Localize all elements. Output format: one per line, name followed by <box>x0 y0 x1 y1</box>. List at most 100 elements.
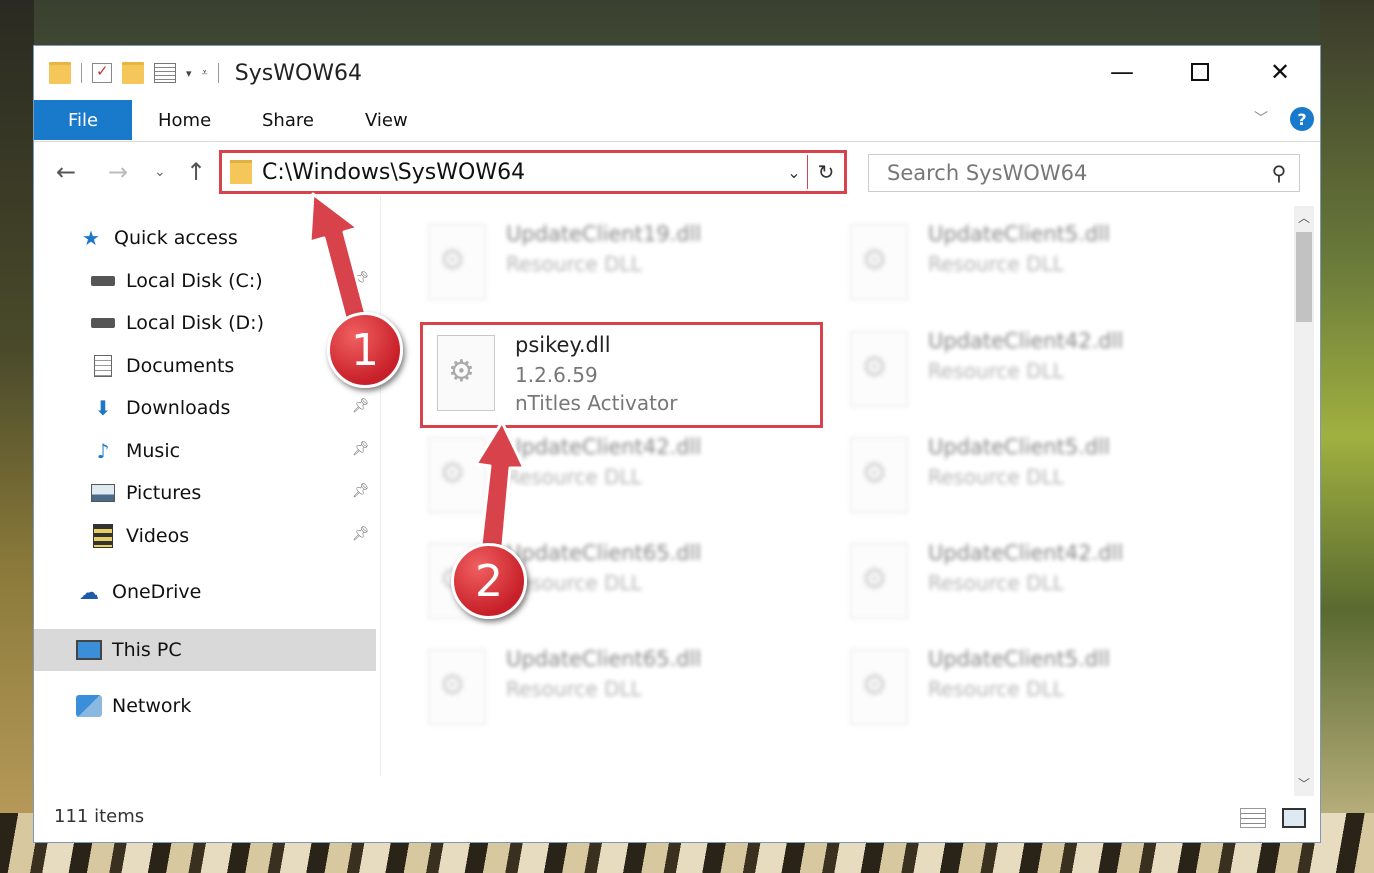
sidebar-item-videos[interactable]: Videos <box>90 518 189 554</box>
search-input[interactable] <box>885 160 1259 186</box>
ribbon-tabs: File Home Share View ﹀ ? <box>34 100 1320 140</box>
recent-locations-chevron-icon[interactable]: ⌄ <box>154 164 166 180</box>
maximize-icon <box>1191 63 1209 81</box>
dll-file-icon <box>850 331 908 407</box>
search-box[interactable]: ⚲ <box>868 154 1300 192</box>
sidebar-item-label: Pictures <box>126 482 202 504</box>
quick-access-toolbar: ▾ ⩡ SysWOW64 <box>49 58 362 88</box>
sidebar-item-local-disk-d[interactable]: Local Disk (D:) <box>90 305 264 341</box>
back-arrow-icon[interactable]: ← <box>56 158 76 186</box>
sidebar-item-label: Music <box>126 440 181 462</box>
file-type: Resource DLL <box>506 465 642 489</box>
sidebar-item-label: Local Disk (D:) <box>126 312 264 334</box>
qat-dropdown-icon[interactable]: ▾ <box>186 67 192 80</box>
file-name: UpdateClient42.dll <box>506 435 702 459</box>
address-path[interactable]: C:\Windows\SysWOW64 <box>262 160 781 185</box>
file-type: Resource DLL <box>928 571 1064 595</box>
file-item[interactable]: UpdateClient42.dll Resource DLL <box>836 533 1236 627</box>
sidebar-item-label: Local Disk (C:) <box>126 270 263 292</box>
file-name: UpdateClient5.dll <box>928 435 1110 459</box>
address-bar[interactable]: C:\Windows\SysWOW64 ⌄ ↻ <box>219 150 847 194</box>
sidebar-item-label: Network <box>112 695 192 717</box>
file-item[interactable]: UpdateClient42.dll Resource DLL <box>836 321 1236 415</box>
file-name: UpdateClient65.dll <box>506 647 702 671</box>
sidebar-item-documents[interactable]: Documents <box>90 348 234 384</box>
dll-file-icon <box>428 649 486 725</box>
dll-file-icon <box>850 649 908 725</box>
cloud-icon: ☁ <box>79 580 99 604</box>
file-name: psikey.dll <box>515 333 611 357</box>
sidebar-item-label: Downloads <box>126 397 231 419</box>
desktop-background-left <box>0 0 34 873</box>
customize-qat-icon[interactable]: ⩡ <box>202 66 208 80</box>
sidebar-item-local-disk-c[interactable]: Local Disk (C:) <box>90 263 263 299</box>
new-folder-icon[interactable] <box>122 62 144 84</box>
step-2-callout: 2 <box>451 543 527 619</box>
sidebar-item-this-pc[interactable]: This PC <box>76 632 182 668</box>
close-button[interactable]: ✕ <box>1252 52 1308 92</box>
pin-icon[interactable]: 📌︎ <box>352 483 370 499</box>
file-name: UpdateClient65.dll <box>506 541 702 565</box>
file-item-psikey[interactable]: psikey.dll 1.2.6.59 nTitles Activator <box>420 322 823 428</box>
sidebar-item-network[interactable]: Network <box>76 688 191 724</box>
sidebar-item-quick-access[interactable]: ★ Quick access <box>78 220 238 256</box>
scroll-down-chevron-icon[interactable]: ﹀ <box>1294 772 1314 796</box>
file-item[interactable]: UpdateClient65.dll Resource DLL <box>414 639 814 733</box>
pin-icon[interactable]: 📌︎ <box>352 398 370 414</box>
file-item[interactable]: UpdateClient19.dll Resource DLL <box>414 214 814 308</box>
address-dropdown-chevron-icon[interactable]: ⌄ <box>781 163 807 182</box>
pin-icon[interactable]: 📌︎ <box>352 271 370 287</box>
sidebar-item-downloads[interactable]: ⬇ Downloads <box>90 390 231 426</box>
tab-file[interactable]: File <box>34 100 132 140</box>
file-name: UpdateClient19.dll <box>506 222 702 246</box>
maximize-button[interactable] <box>1172 52 1228 92</box>
scroll-up-chevron-icon[interactable]: ︿ <box>1294 206 1314 230</box>
network-icon <box>76 693 102 719</box>
file-item[interactable]: UpdateClient5.dll Resource DLL <box>836 427 1236 521</box>
pane-divider <box>380 196 381 776</box>
tab-home[interactable]: Home <box>158 100 211 140</box>
tab-share[interactable]: Share <box>262 100 314 140</box>
file-item[interactable]: UpdateClient5.dll Resource DLL <box>836 214 1236 308</box>
pin-icon[interactable]: 📌︎ <box>352 441 370 457</box>
minimize-button[interactable]: — <box>1094 52 1150 92</box>
sidebar-item-label: Documents <box>126 355 235 377</box>
file-type: Resource DLL <box>928 465 1064 489</box>
navigation-bar: ← → ⌄ ↑ C:\Windows\SysWOW64 ⌄ ↻ ⚲ <box>34 150 1320 194</box>
videos-icon <box>90 523 116 549</box>
expand-ribbon-chevron-icon[interactable]: ﹀ <box>1254 108 1268 128</box>
up-arrow-icon[interactable]: ↑ <box>186 158 206 186</box>
file-version: 1.2.6.59 <box>515 363 598 387</box>
computer-icon <box>76 637 102 663</box>
properties-icon[interactable] <box>154 63 176 83</box>
folder-icon <box>230 160 252 184</box>
sidebar-item-pictures[interactable]: Pictures <box>90 475 201 511</box>
sidebar-item-onedrive[interactable]: ☁ OneDrive <box>76 574 201 610</box>
scroll-thumb[interactable] <box>1296 232 1312 322</box>
pictures-icon <box>90 480 116 506</box>
file-name: UpdateClient42.dll <box>928 541 1124 565</box>
file-type: Resource DLL <box>506 677 642 701</box>
sidebar-item-music[interactable]: ♪ Music <box>90 433 180 469</box>
search-icon[interactable]: ⚲ <box>1259 161 1299 185</box>
refresh-icon[interactable]: ↻ <box>808 160 844 184</box>
star-icon: ★ <box>82 226 100 250</box>
desktop-background-right <box>1320 0 1374 873</box>
help-icon[interactable]: ? <box>1290 107 1314 131</box>
properties-check-icon[interactable] <box>92 62 112 83</box>
ribbon-divider <box>34 141 1320 142</box>
vertical-scrollbar[interactable]: ︿ ﹀ <box>1294 206 1314 796</box>
window-title: SysWOW64 <box>234 60 363 86</box>
file-item[interactable]: UpdateClient42.dll Resource DLL <box>414 427 814 521</box>
pin-icon[interactable]: 📌︎ <box>352 526 370 542</box>
toolbar-divider <box>217 63 219 83</box>
tab-view[interactable]: View <box>365 100 408 140</box>
file-item[interactable]: UpdateClient5.dll Resource DLL <box>836 639 1236 733</box>
large-icons-view-icon[interactable] <box>1282 808 1306 828</box>
details-view-icon[interactable] <box>1240 808 1266 828</box>
forward-arrow-icon[interactable]: → <box>108 158 128 186</box>
step-1-callout: 1 <box>327 312 403 388</box>
drive-icon <box>90 268 116 294</box>
dll-file-icon <box>437 335 495 411</box>
folder-icon <box>49 62 71 84</box>
